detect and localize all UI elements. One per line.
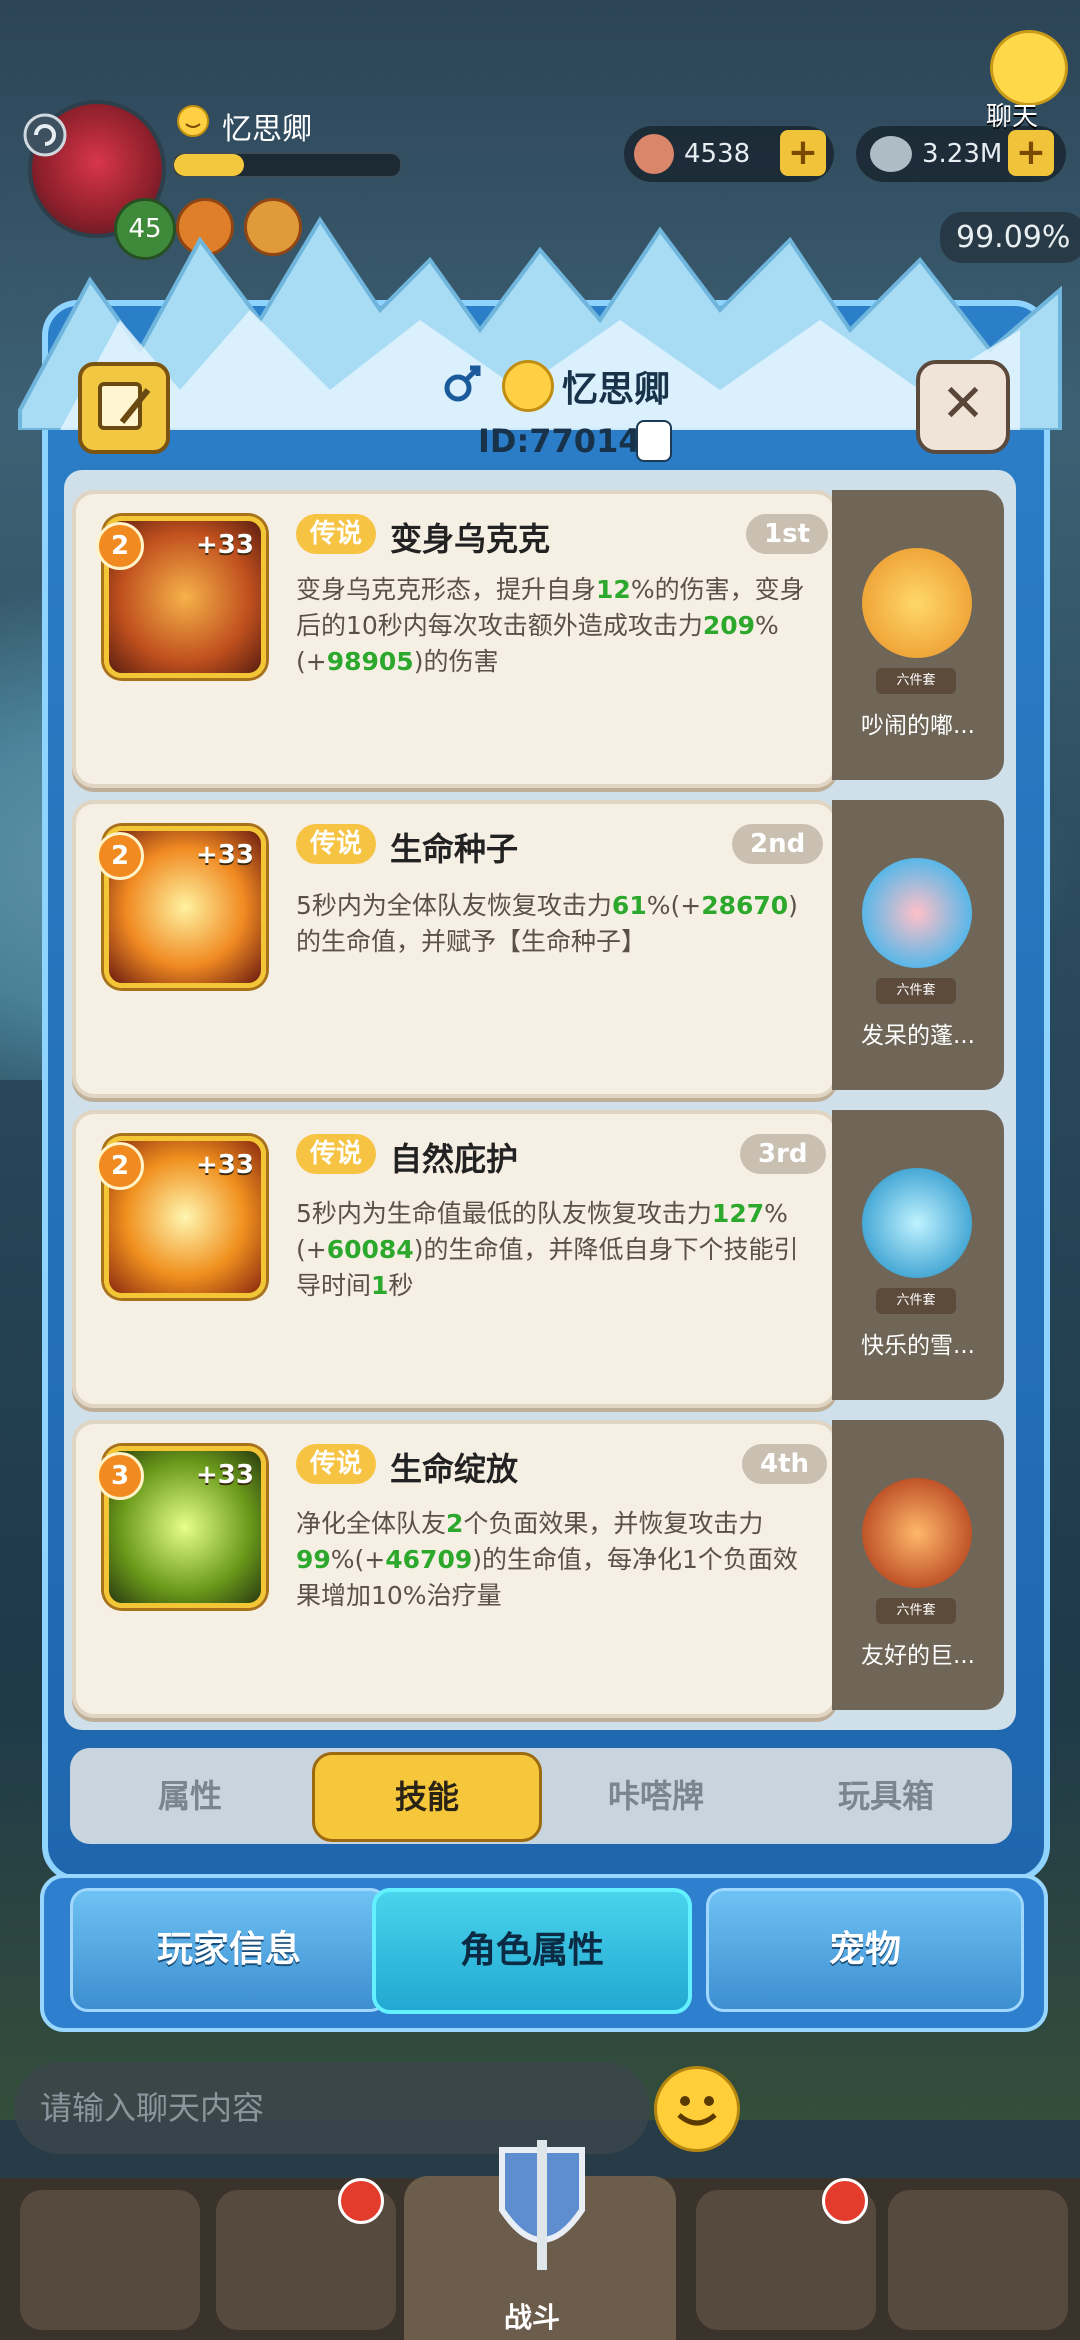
skill-description: 变身乌克克形态，提升自身12%的伤害，变身后的10秒内每次攻击额外造成攻击力20… bbox=[296, 575, 805, 676]
sword-shield-icon bbox=[499, 2140, 585, 2270]
notification-icon bbox=[338, 2178, 384, 2224]
tab-attributes[interactable]: 属性 bbox=[100, 1748, 280, 1844]
tab-skills[interactable]: 技能 bbox=[312, 1752, 542, 1842]
profile-name: 忆思卿 bbox=[562, 369, 671, 410]
skill-level-badge: 2 bbox=[96, 1142, 144, 1190]
add-shells-button[interactable]: + bbox=[780, 130, 826, 176]
exp-bar-fill bbox=[174, 154, 244, 176]
edit-icon bbox=[98, 382, 151, 430]
skill-name: 变身乌克克 bbox=[390, 520, 551, 558]
skill-name: 生命种子 bbox=[390, 830, 519, 868]
smile-icon bbox=[677, 2096, 717, 2126]
pet-name: 快乐的雪... bbox=[861, 1333, 975, 1359]
pet-set-label: 六件套 bbox=[876, 1598, 956, 1624]
notification-icon bbox=[822, 2178, 868, 2224]
pet-avatar bbox=[862, 858, 972, 968]
emoji-face-icon bbox=[177, 105, 209, 137]
pet-set-label: 六件套 bbox=[876, 978, 956, 1004]
pet-name: 友好的巨... bbox=[861, 1643, 975, 1669]
close-button[interactable]: ✕ bbox=[916, 360, 1010, 454]
nav-label-battle: 战斗 bbox=[504, 2301, 561, 2334]
male-icon bbox=[444, 365, 481, 402]
refresh-icon[interactable] bbox=[22, 112, 68, 158]
chat-icon[interactable] bbox=[990, 30, 1068, 106]
emoji-picker-icon[interactable] bbox=[654, 2066, 740, 2152]
skill-description: 5秒内为生命值最低的队友恢复攻击力127%(+60084)的生命值，并降低自身下… bbox=[296, 1199, 799, 1300]
nav-item-character-1[interactable] bbox=[20, 2190, 200, 2330]
skill-description: 净化全体队友2个负面效果，并恢复攻击力99%(+46709)的生命值，每净化1个… bbox=[296, 1509, 798, 1610]
skill-bonus: +33 bbox=[196, 530, 254, 560]
skill-name: 自然庇护 bbox=[390, 1140, 519, 1178]
copy-id-icon[interactable] bbox=[636, 420, 672, 462]
rarity-tag: 传说 bbox=[296, 1444, 377, 1484]
skill-level-badge: 3 bbox=[96, 1452, 144, 1500]
skill-name: 生命绽放 bbox=[390, 1450, 519, 1488]
skill-bonus: +33 bbox=[196, 840, 254, 870]
close-icon: ✕ bbox=[941, 374, 985, 434]
tab-player-info[interactable]: 玩家信息 bbox=[70, 1888, 388, 2012]
pearl-icon bbox=[870, 136, 912, 172]
skill-level-badge: 2 bbox=[96, 522, 144, 570]
nav-item-character-4[interactable] bbox=[888, 2190, 1068, 2330]
pet-name: 发呆的蓬... bbox=[861, 1023, 975, 1049]
pearl-count: 3.23M bbox=[922, 139, 1003, 169]
pet-avatar bbox=[862, 1168, 972, 1278]
pet-set-label: 六件套 bbox=[876, 668, 956, 694]
tab-pets[interactable]: 宠物 bbox=[706, 1888, 1024, 2012]
pet-set-label: 六件套 bbox=[876, 1288, 956, 1314]
tab-cards[interactable]: 咔嗒牌 bbox=[566, 1748, 746, 1844]
skill-rank: 3rd bbox=[740, 1134, 826, 1174]
skill-bonus: +33 bbox=[196, 1150, 254, 1180]
hud-player-name: 忆思卿 bbox=[222, 112, 312, 147]
skill-description: 5秒内为全体队友恢复攻击力61%(+28670)的生命值，并赋予【生命种子】 bbox=[296, 891, 798, 956]
tab-character-attributes[interactable]: 角色属性 bbox=[372, 1888, 692, 2014]
edit-profile-button[interactable] bbox=[78, 362, 170, 454]
rarity-tag: 传说 bbox=[296, 824, 377, 864]
pet-avatar bbox=[862, 548, 972, 658]
shell-icon bbox=[634, 134, 674, 174]
skill-rank: 4th bbox=[742, 1444, 828, 1484]
rarity-tag: 传说 bbox=[296, 1134, 377, 1174]
skill-rank: 2nd bbox=[732, 824, 824, 864]
add-pearls-button[interactable]: + bbox=[1008, 130, 1054, 176]
skill-bonus: +33 bbox=[196, 1460, 254, 1490]
player-emoji-icon bbox=[502, 360, 554, 412]
skill-level-badge: 2 bbox=[96, 832, 144, 880]
skill-rank: 1st bbox=[746, 514, 828, 554]
tab-toybox[interactable]: 玩具箱 bbox=[796, 1748, 976, 1844]
pet-avatar bbox=[862, 1478, 972, 1588]
shell-count: 4538 bbox=[684, 139, 751, 169]
chat-label[interactable]: 聊天 bbox=[986, 96, 1038, 133]
rarity-tag: 传说 bbox=[296, 514, 377, 554]
pet-name: 吵闹的嘟... bbox=[861, 713, 975, 739]
